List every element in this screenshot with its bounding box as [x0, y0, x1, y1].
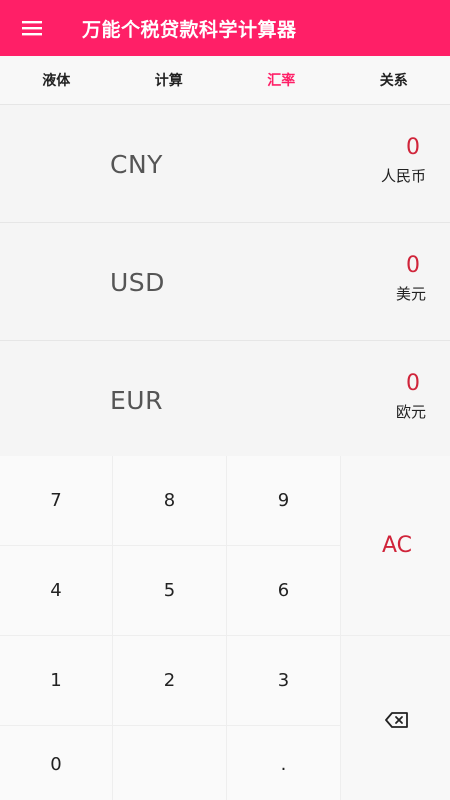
tab-liquid[interactable]: 液体 — [0, 56, 113, 104]
currency-name: 欧元 — [395, 403, 426, 421]
tab-calculate[interactable]: 计算 — [113, 56, 226, 104]
key-4[interactable]: 4 — [0, 546, 112, 635]
key-5[interactable]: 5 — [113, 546, 226, 635]
currency-amount: 0 欧元 — [396, 371, 426, 422]
tab-bar: 液体 计算 汇率 关系 — [0, 56, 450, 104]
currency-row-cny[interactable]: CNY 0 人民币 — [0, 104, 450, 222]
key-0[interactable]: 0 — [0, 726, 112, 800]
key-3[interactable]: 3 — [227, 636, 340, 725]
menu-button[interactable] — [0, 0, 64, 56]
key-8[interactable]: 8 — [113, 456, 226, 545]
currency-code: CNY — [110, 149, 163, 179]
currency-name: 美元 — [395, 285, 426, 303]
key-7[interactable]: 7 — [0, 456, 112, 545]
currency-value: 0 — [406, 253, 420, 278]
key-2[interactable]: 2 — [113, 636, 226, 725]
backspace-icon — [385, 711, 408, 728]
backspace-button[interactable] — [341, 636, 450, 800]
clear-button[interactable]: AC — [341, 456, 450, 635]
currency-amount: 0 人民币 — [381, 135, 426, 186]
currency-list: CNY 0 人民币 USD 0 美元 EUR 0 欧元 — [0, 104, 450, 458]
page-title: 万能个税贷款科学计算器 — [82, 18, 297, 41]
currency-amount: 0 美元 — [396, 253, 426, 304]
key-1[interactable]: 1 — [0, 636, 112, 725]
app-header: 万能个税贷款科学计算器 — [0, 0, 450, 56]
currency-name: 人民币 — [380, 167, 426, 185]
tab-exchange-rate[interactable]: 汇率 — [225, 56, 338, 104]
currency-value: 0 — [406, 135, 420, 160]
hamburger-menu-icon — [22, 21, 42, 36]
key-blank — [113, 726, 226, 800]
currency-row-usd[interactable]: USD 0 美元 — [0, 222, 450, 340]
tab-relation[interactable]: 关系 — [338, 56, 450, 104]
currency-code: EUR — [110, 385, 163, 415]
key-9[interactable]: 9 — [227, 456, 340, 545]
key-decimal[interactable]: . — [227, 726, 340, 800]
currency-row-eur[interactable]: EUR 0 欧元 — [0, 340, 450, 458]
key-6[interactable]: 6 — [227, 546, 340, 635]
keypad: 7 8 9 AC 4 5 6 1 2 3 0 . — [0, 456, 450, 800]
app-root: 万能个税贷款科学计算器 液体 计算 汇率 关系 CNY 0 人民币 USD 0 … — [0, 0, 450, 800]
currency-value: 0 — [406, 371, 420, 396]
currency-code: USD — [110, 267, 165, 297]
